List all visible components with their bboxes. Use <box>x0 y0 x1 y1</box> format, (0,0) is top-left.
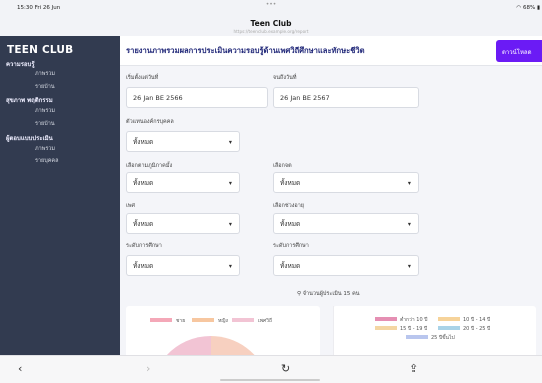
card-divider <box>333 306 334 355</box>
study-status-value: ทั้งหมด <box>280 261 301 270</box>
end-date-label: จนถึงวันที่ <box>273 75 297 81</box>
status-bar: 15:30 Fri 26 Jun ••• ◠ 68% ▮ <box>0 0 542 16</box>
legend-age-3: 15 ปี - 19 ปี <box>400 326 428 332</box>
legend-swatch-age3 <box>375 326 397 330</box>
sidebar-item-health-byhouse[interactable]: รายบ้าน <box>35 120 55 128</box>
chevron-down-icon: ▼ <box>228 221 232 226</box>
age-label: เลือกช่วงอายุ <box>273 203 305 209</box>
legend-female: หญิง <box>218 318 228 324</box>
study-status-label: ระดับการศึกษา <box>273 243 309 249</box>
age-chart-card: ต่ำกว่า 10 ปี 10 ปี - 14 ปี 15 ปี - 19 ป… <box>333 306 536 355</box>
legend-other: เพศวิถี <box>258 318 273 324</box>
share-icon[interactable]: ⇪ <box>409 362 418 375</box>
pie-slice-male <box>211 336 255 355</box>
sidebar-item-literacy-byhouse[interactable]: รายบ้าน <box>35 83 55 91</box>
group-value: ทั้งหมด <box>133 137 154 146</box>
main-content: รายงานภาพรวมผลการประเมินความรอบรู้ด้านเพ… <box>120 36 542 355</box>
age-select[interactable]: ทั้งหมด ▼ <box>273 213 419 234</box>
age-value: ทั้งหมด <box>280 219 301 228</box>
forward-icon[interactable]: › <box>146 362 150 375</box>
end-date-value: 26 Jan BE 2567 <box>280 93 330 102</box>
page-header: รายงานภาพรวมผลการประเมินความรอบรู้ด้านเพ… <box>120 36 542 66</box>
gender-pie-chart <box>166 335 255 355</box>
chevron-down-icon: ▼ <box>228 263 232 268</box>
education-value: ทั้งหมด <box>133 261 154 270</box>
start-date-value: 26 Jan BE 2566 <box>133 93 183 102</box>
sidebar-item-literacy-overview[interactable]: ภาพรวม <box>35 70 55 78</box>
legend-swatch-age1 <box>375 317 397 321</box>
education-select[interactable]: ทั้งหมด ▼ <box>126 255 240 276</box>
legend-age-1: ต่ำกว่า 10 ปี <box>400 317 428 323</box>
reload-icon[interactable]: ↻ <box>281 362 290 375</box>
legend-swatch-age2 <box>438 317 460 321</box>
province-select[interactable]: ทั้งหมด ▼ <box>273 172 419 193</box>
gender-value: ทั้งหมด <box>133 219 154 228</box>
gender-select[interactable]: ทั้งหมด ▼ <box>126 213 240 234</box>
sidebar: TEEN CLUB ความรอบรู้ ภาพรวม รายบ้าน สุขภ… <box>0 36 120 355</box>
respondent-count-text: จำนวนผู้ประเมิน 15 คน <box>302 291 360 297</box>
start-date-label: เริ่มตั้งแต่วันที่ <box>126 75 159 81</box>
group-label: ตัวแทนองค์กรบุคคล <box>126 119 174 125</box>
pie-slice-other <box>166 335 211 355</box>
multitask-dots[interactable]: ••• <box>0 1 542 8</box>
sidebar-section-literacy[interactable]: ความรอบรู้ <box>6 59 35 69</box>
page-title: รายงานภาพรวมผลการประเมินความรอบรู้ด้านเพ… <box>126 46 365 55</box>
brand-logo[interactable]: TEEN CLUB <box>7 44 73 56</box>
study-status-select[interactable]: ทั้งหมด ▼ <box>273 255 419 276</box>
group-select[interactable]: ทั้งหมด ▼ <box>126 131 240 152</box>
site-title: Teen Club <box>250 19 292 28</box>
legend-swatch-age4 <box>438 326 460 330</box>
legend-age-5: 25 ปีขึ้นไป <box>431 335 455 341</box>
legend-swatch-age5 <box>406 335 428 339</box>
home-indicator <box>220 379 320 381</box>
sidebar-section-health[interactable]: สุขภาพ พฤติกรรม <box>6 95 53 105</box>
chevron-down-icon: ▼ <box>228 139 232 144</box>
back-icon[interactable]: ‹ <box>18 362 22 375</box>
region-label: เลือกตามภูมิภาคมั้ง <box>126 163 173 169</box>
chevron-down-icon: ▼ <box>407 263 411 268</box>
battery-level: 68% <box>522 5 536 11</box>
download-button[interactable]: ดาวน์โหลด <box>496 40 542 62</box>
legend-swatch-female <box>192 318 214 322</box>
sidebar-item-respondents-individual[interactable]: รายบุคคล <box>35 157 59 165</box>
start-date-field[interactable]: 26 Jan BE 2566 <box>126 87 268 108</box>
province-value: ทั้งหมด <box>280 178 301 187</box>
sidebar-item-respondents-overview[interactable]: ภาพรวม <box>35 145 55 153</box>
gender-label: เพศ <box>126 203 135 209</box>
sidebar-section-respondents[interactable]: ผู้ตอบแบบประเมิน <box>6 133 53 143</box>
sidebar-item-health-overview[interactable]: ภาพรวม <box>35 107 55 115</box>
region-value: ทั้งหมด <box>133 178 154 187</box>
chevron-down-icon: ▼ <box>407 221 411 226</box>
legend-swatch-male <box>150 318 172 322</box>
browser-toolbar: ‹ › ↻ ⇪ <box>0 355 542 383</box>
battery-icon: ▮ <box>535 5 540 11</box>
legend-male: ชาย <box>176 318 186 324</box>
battery-indicator: ◠ 68% ▮ <box>516 5 540 11</box>
legend-swatch-other <box>232 318 254 322</box>
gender-chart-card: ชาย หญิง เพศวิถี <box>126 306 320 355</box>
province-label: เลือกจต <box>273 163 292 169</box>
legend-age-2: 10 ปี - 14 ปี <box>463 317 491 323</box>
browser-url-bar[interactable]: Teen Club https://teenclub.example.org/r… <box>0 16 542 36</box>
respondent-count: ⚲ จำนวนผู้ประเมิน 15 คน <box>297 290 360 298</box>
education-label: ระดับการศึกษา <box>126 243 162 249</box>
legend-age-4: 20 ปี - 25 ปี <box>463 326 491 332</box>
end-date-field[interactable]: 26 Jan BE 2567 <box>273 87 419 108</box>
chevron-down-icon: ▼ <box>228 180 232 185</box>
site-url: https://teenclub.example.org/report <box>233 29 309 34</box>
region-select[interactable]: ทั้งหมด ▼ <box>126 172 240 193</box>
chevron-down-icon: ▼ <box>407 180 411 185</box>
